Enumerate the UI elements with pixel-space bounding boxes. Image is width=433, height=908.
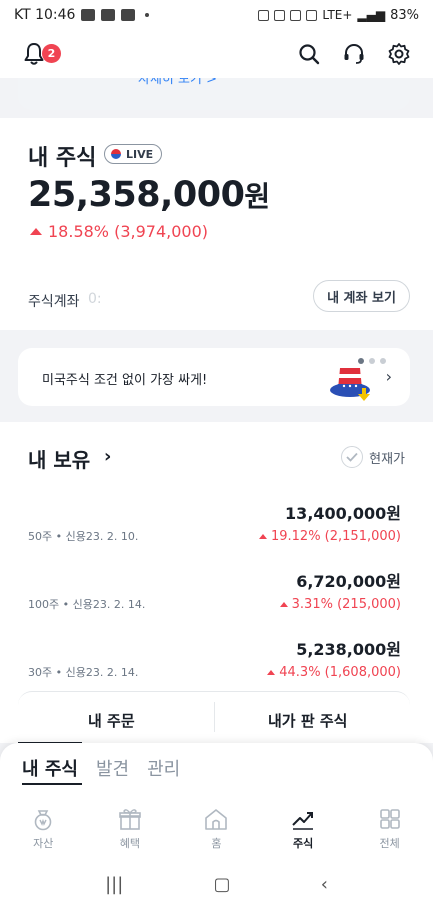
hd-icon [306, 9, 318, 21]
nav-stocks[interactable]: 주식 [260, 801, 347, 851]
gear-icon[interactable] [387, 42, 411, 66]
lock-icon [258, 9, 270, 21]
signal-icon: ▂▄▆ [357, 8, 386, 22]
holding-row[interactable]: 100주 • 신용23. 2. 14. 6,720,000원 3.31% (21… [0, 568, 433, 636]
my-stocks-title: 내 주식 [28, 146, 97, 171]
current-price-toggle[interactable]: 현재가 [341, 446, 405, 468]
current-price-label: 현재가 [369, 451, 405, 467]
carrier-time: KT 10:46 [14, 7, 76, 23]
bluetooth-icon [290, 9, 302, 21]
tab-my-stocks[interactable]: 내 주식 [22, 755, 78, 781]
live-badge: LIVE [104, 144, 163, 164]
tab-discover[interactable]: 발견 [96, 755, 129, 781]
sheet-tabs: 내 주식 발견 관리 [22, 755, 180, 781]
page-dot [380, 358, 386, 364]
stock-name-redacted [22, 570, 116, 590]
back-icon[interactable]: ‹ [321, 874, 328, 895]
orders-card: 내 주문 내가 판 주식 [18, 691, 410, 743]
up-triangle-icon [267, 670, 276, 675]
more-dot-icon [145, 13, 150, 17]
holding-row[interactable]: 50주 • 신용23. 2. 10. 13,400,000원 19.12% (2… [0, 500, 433, 568]
grid-icon [379, 809, 400, 829]
network-label: LTE+ [322, 8, 353, 22]
pay-icon [81, 9, 96, 21]
total-amount-unit: 원 [244, 180, 270, 213]
view-account-button[interactable]: 내 계좌 보기 [313, 280, 410, 312]
holding-amount: 13,400,000원 [285, 504, 401, 523]
bottom-nav: 자산 혜택 홈 주식 전체 [0, 801, 433, 851]
total-amount-value: 25,358,000 [28, 175, 245, 215]
banner-text: 미국주식 조건 없이 가장 싸게! [42, 373, 208, 388]
headset-icon[interactable] [342, 42, 366, 66]
gallery-icon [101, 9, 116, 21]
money-bag-icon [34, 810, 52, 831]
live-label: LIVE [126, 147, 154, 161]
holding-amount: 6,720,000원 [296, 572, 401, 591]
pen-icon [121, 9, 136, 21]
notification-badge: 2 [42, 44, 61, 63]
up-triangle-icon [258, 534, 267, 539]
tab-my-orders[interactable]: 내 주문 [88, 710, 135, 731]
account-row: 주식계좌 0: 내 계좌 보기 [0, 272, 433, 330]
up-triangle-icon [279, 602, 288, 607]
holding-meta: 100주 • 신용23. 2. 14. [28, 598, 146, 611]
top-card-peek: 자세히 보기 > [18, 78, 410, 110]
nav-all[interactable]: 전체 [346, 801, 433, 851]
tab-manage[interactable]: 관리 [147, 755, 180, 781]
stock-name-redacted [22, 638, 102, 658]
holding-change: 44.3% (1,608,000) [267, 665, 401, 680]
chevron-right-icon: › [385, 367, 392, 386]
search-icon[interactable] [297, 42, 321, 66]
home-icon [205, 809, 228, 830]
holding-meta: 50주 • 신용23. 2. 10. [28, 530, 139, 543]
account-label: 주식계좌 [28, 294, 80, 310]
holding-change-text: 3.31% (215,000) [291, 597, 401, 612]
stock-name-redacted [22, 502, 128, 522]
nav-label: 전체 [379, 837, 400, 850]
check-icon [341, 446, 364, 468]
nav-label: 홈 [211, 837, 222, 850]
nav-assets[interactable]: 자산 [0, 801, 87, 851]
app-header: 2 [0, 30, 433, 78]
battery-level: 83% [390, 7, 419, 23]
detail-link[interactable]: 자세히 보기 > [138, 78, 217, 87]
home-button-icon[interactable]: ▢ [213, 874, 230, 895]
chevron-right-icon: › [104, 446, 112, 467]
holding-change: 19.12% (2,151,000) [258, 529, 401, 544]
holding-change-text: 44.3% (1,608,000) [279, 665, 401, 680]
nav-label: 주식 [292, 837, 314, 850]
holding-change: 3.31% (215,000) [279, 597, 401, 612]
holding-amount: 5,238,000원 [296, 640, 401, 659]
system-nav-bar: ||| ▢ ‹ [0, 861, 433, 908]
trend-up-icon [292, 812, 314, 830]
alarm-icon [274, 9, 286, 21]
divider [214, 702, 215, 732]
holdings-title[interactable]: 내 보유 [28, 444, 90, 473]
status-bar: KT 10:46 LTE+ ▂▄▆ 83% [0, 0, 433, 30]
total-change: 18.58% (3,974,000) [30, 222, 208, 241]
recent-apps-icon[interactable]: ||| [105, 874, 123, 895]
nav-label: 자산 [33, 837, 54, 850]
main-scroll[interactable]: 자세히 보기 > 내 주식 LIVE 25,358,000원 18.58% (3… [0, 78, 433, 743]
holding-meta: 30주 • 신용23. 2. 14. [28, 666, 139, 679]
nav-benefits[interactable]: 혜택 [87, 801, 174, 851]
tab-sold-stocks[interactable]: 내가 판 주식 [268, 710, 347, 731]
bottom-sheet: 내 주식 발견 관리 자산 혜택 홈 주식 전체 ||| ▢ ‹ [0, 743, 433, 908]
active-tab-indicator [22, 783, 82, 785]
uncle-sam-hat-icon [330, 361, 370, 401]
total-amount: 25,358,000원 [28, 175, 270, 215]
nav-home[interactable]: 홈 [173, 801, 260, 851]
account-number: 0: [88, 291, 102, 307]
up-triangle-icon [30, 228, 42, 235]
nav-label: 혜택 [119, 837, 141, 850]
total-change-text: 18.58% (3,974,000) [48, 222, 209, 241]
korea-flag-icon [111, 149, 121, 159]
holding-change-text: 19.12% (2,151,000) [270, 529, 401, 544]
gift-icon [119, 809, 141, 830]
promo-banner[interactable]: 미국주식 조건 없이 가장 싸게! › [18, 348, 410, 406]
